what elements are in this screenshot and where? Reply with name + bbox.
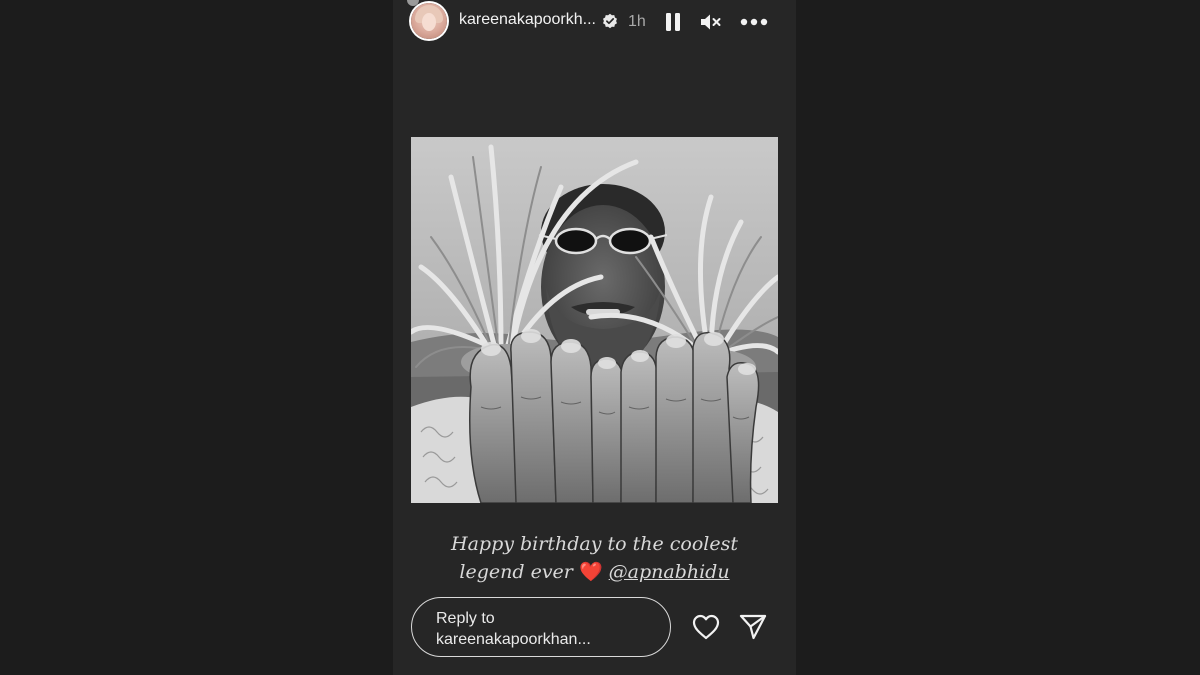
share-button[interactable]	[738, 612, 768, 642]
caption-line-2: legend ever ❤️ @apnabhidu	[393, 558, 796, 586]
pause-button[interactable]	[659, 8, 687, 36]
story-timestamp: 1h	[628, 13, 646, 30]
speaker-muted-icon	[701, 14, 721, 30]
verified-badge-icon	[602, 13, 618, 29]
red-heart-emoji-icon: ❤️	[578, 561, 603, 583]
reply-placeholder-line-2: kareenakapoorkhan...	[436, 631, 591, 648]
more-horizontal-icon	[740, 18, 768, 26]
mute-button[interactable]	[697, 8, 725, 36]
like-button[interactable]	[691, 612, 721, 642]
story-caption: Happy birthday to the coolest legend eve…	[393, 530, 796, 586]
story-viewer: kareenakapoorkh... 1h Happy birthday to …	[393, 0, 796, 675]
story-progress-indicator	[407, 0, 419, 6]
caption-line-1: Happy birthday to the coolest	[451, 533, 738, 555]
story-username[interactable]: kareenakapoorkh...	[459, 11, 596, 29]
pause-icon	[666, 13, 680, 31]
more-options-button[interactable]	[737, 8, 771, 36]
reply-placeholder-line-1: Reply to	[436, 610, 495, 627]
story-photo	[411, 137, 778, 503]
avatar[interactable]	[411, 3, 447, 39]
page: kareenakapoorkh... 1h Happy birthday to …	[0, 0, 1200, 675]
mention-link[interactable]: @apnabhidu	[609, 561, 730, 583]
reply-input[interactable]: Reply to kareenakapoorkhan...	[411, 597, 671, 657]
paper-plane-icon	[739, 614, 767, 640]
caption-line-2-text: legend ever	[459, 561, 573, 583]
heart-outline-icon	[692, 614, 720, 640]
